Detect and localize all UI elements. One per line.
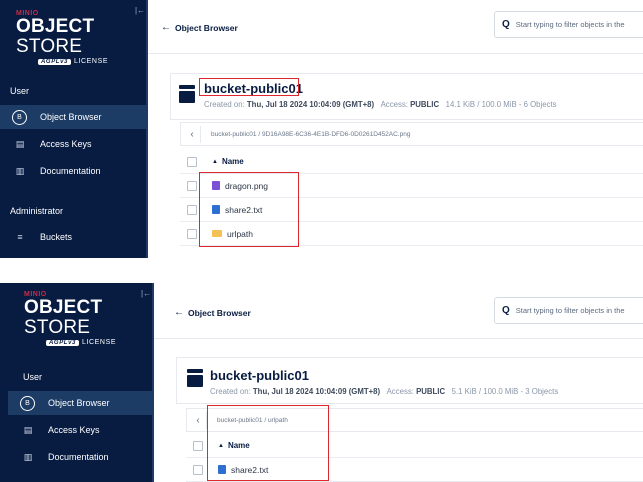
table-row[interactable]: share2.txt — [186, 458, 643, 482]
table-row[interactable]: urlpath — [180, 222, 643, 246]
sidebar-item-object-browser[interactable]: B Object Browser — [0, 105, 146, 129]
bucket-circle-icon: B — [20, 395, 35, 411]
bucket-info-card: bucket-public01 Created on: Thu, Jul 18 … — [170, 73, 643, 120]
search-icon: Q — [502, 305, 510, 316]
select-all-checkbox[interactable] — [187, 156, 197, 167]
bucket-circle-icon: B — [12, 109, 27, 125]
filter-objects-input[interactable]: Q Start typing to filter objects in the — [494, 11, 643, 38]
bucket-icon — [179, 85, 195, 103]
row-checkbox[interactable] — [193, 464, 203, 475]
image-file-icon — [212, 181, 220, 190]
buckets-icon: ≡ — [17, 232, 23, 242]
text-file-icon — [218, 465, 226, 474]
collapse-sidebar-icon[interactable]: |← — [135, 6, 145, 15]
bottom-screenshot: MINIO OBJECT STORE AGPLv3 LICENSE |← User… — [0, 283, 643, 482]
sidebar-item-access-keys[interactable]: ▤ Access Keys — [0, 132, 146, 156]
back-arrow-icon: ← — [174, 307, 184, 318]
table-header: ▲ Name — [186, 434, 643, 458]
sort-asc-icon: ▲ — [218, 442, 224, 449]
sidebar-item-object-browser[interactable]: B Object Browser — [8, 391, 154, 415]
search-icon: Q — [502, 19, 510, 30]
document-icon: ▥ — [15, 165, 25, 176]
minio-logo: MINIO OBJECT STORE AGPLv3 LICENSE — [24, 291, 117, 346]
sidebar: MINIO OBJECT STORE AGPLv3 LICENSE |← User… — [0, 0, 148, 258]
bucket-name: bucket-public01 — [210, 368, 309, 383]
back-button[interactable]: ← Object Browser — [174, 307, 251, 318]
top-bar: ← Object Browser Q Start typing to filter… — [148, 0, 643, 54]
table-row[interactable]: dragon.png — [180, 174, 643, 198]
sidebar-item-buckets[interactable]: ≡ Buckets — [0, 225, 146, 249]
sidebar-item-access-keys[interactable]: ▤ Access Keys — [8, 418, 154, 442]
path-breadcrumb-bar: ‹ bucket-public01 / 9D16A98E-6C36-4E1B-D… — [180, 122, 643, 146]
key-icon: ▤ — [23, 424, 33, 435]
section-user: User — [10, 86, 30, 96]
table-row[interactable]: share2.txt — [180, 198, 643, 222]
text-file-icon — [212, 205, 220, 214]
back-button[interactable]: ← Object Browser — [161, 22, 238, 33]
top-screenshot: MINIO OBJECT STORE AGPLv3 LICENSE |← User… — [0, 0, 643, 258]
select-all-checkbox[interactable] — [193, 440, 203, 451]
column-name[interactable]: Name — [228, 441, 250, 450]
sidebar-item-documentation[interactable]: ▥ Documentation — [8, 445, 154, 469]
breadcrumb[interactable]: bucket-public01 / urlpath — [217, 417, 288, 424]
bucket-meta: Created on: Thu, Jul 18 2024 10:04:09 (G… — [204, 100, 557, 109]
row-checkbox[interactable] — [187, 180, 197, 191]
document-icon: ▥ — [23, 451, 33, 462]
table-header: ▲ Name — [180, 150, 643, 174]
key-icon: ▤ — [15, 138, 25, 149]
sort-asc-icon: ▲ — [212, 158, 218, 165]
row-checkbox[interactable] — [187, 204, 197, 215]
breadcrumb[interactable]: bucket-public01 / 9D16A98E-6C36-4E1B-DFD… — [211, 131, 410, 138]
top-bar: ← Object Browser Q Start typing to filter… — [154, 283, 643, 339]
collapse-sidebar-icon[interactable]: |← — [141, 289, 151, 298]
bucket-info-card: bucket-public01 Created on: Thu, Jul 18 … — [176, 357, 643, 404]
filter-objects-input[interactable]: Q Start typing to filter objects in the — [494, 297, 643, 324]
path-breadcrumb-bar: ‹ bucket-public01 / urlpath — [186, 408, 643, 432]
section-user: User — [23, 372, 43, 382]
chevron-left-icon[interactable]: ‹ — [184, 125, 201, 143]
bucket-icon — [187, 369, 203, 387]
bucket-name: bucket-public01 — [204, 81, 303, 96]
sidebar-item-documentation[interactable]: ▥ Documentation — [0, 159, 146, 183]
chevron-left-icon[interactable]: ‹ — [190, 411, 207, 429]
section-administrator: Administrator — [10, 206, 64, 216]
column-name[interactable]: Name — [222, 157, 244, 166]
back-arrow-icon: ← — [161, 22, 171, 33]
folder-icon — [212, 230, 222, 237]
bucket-meta: Created on: Thu, Jul 18 2024 10:04:09 (G… — [210, 387, 559, 396]
sidebar: MINIO OBJECT STORE AGPLv3 LICENSE |← User… — [0, 283, 154, 482]
minio-logo: MINIO OBJECT STORE AGPLv3 LICENSE — [16, 10, 109, 65]
row-checkbox[interactable] — [187, 228, 197, 239]
